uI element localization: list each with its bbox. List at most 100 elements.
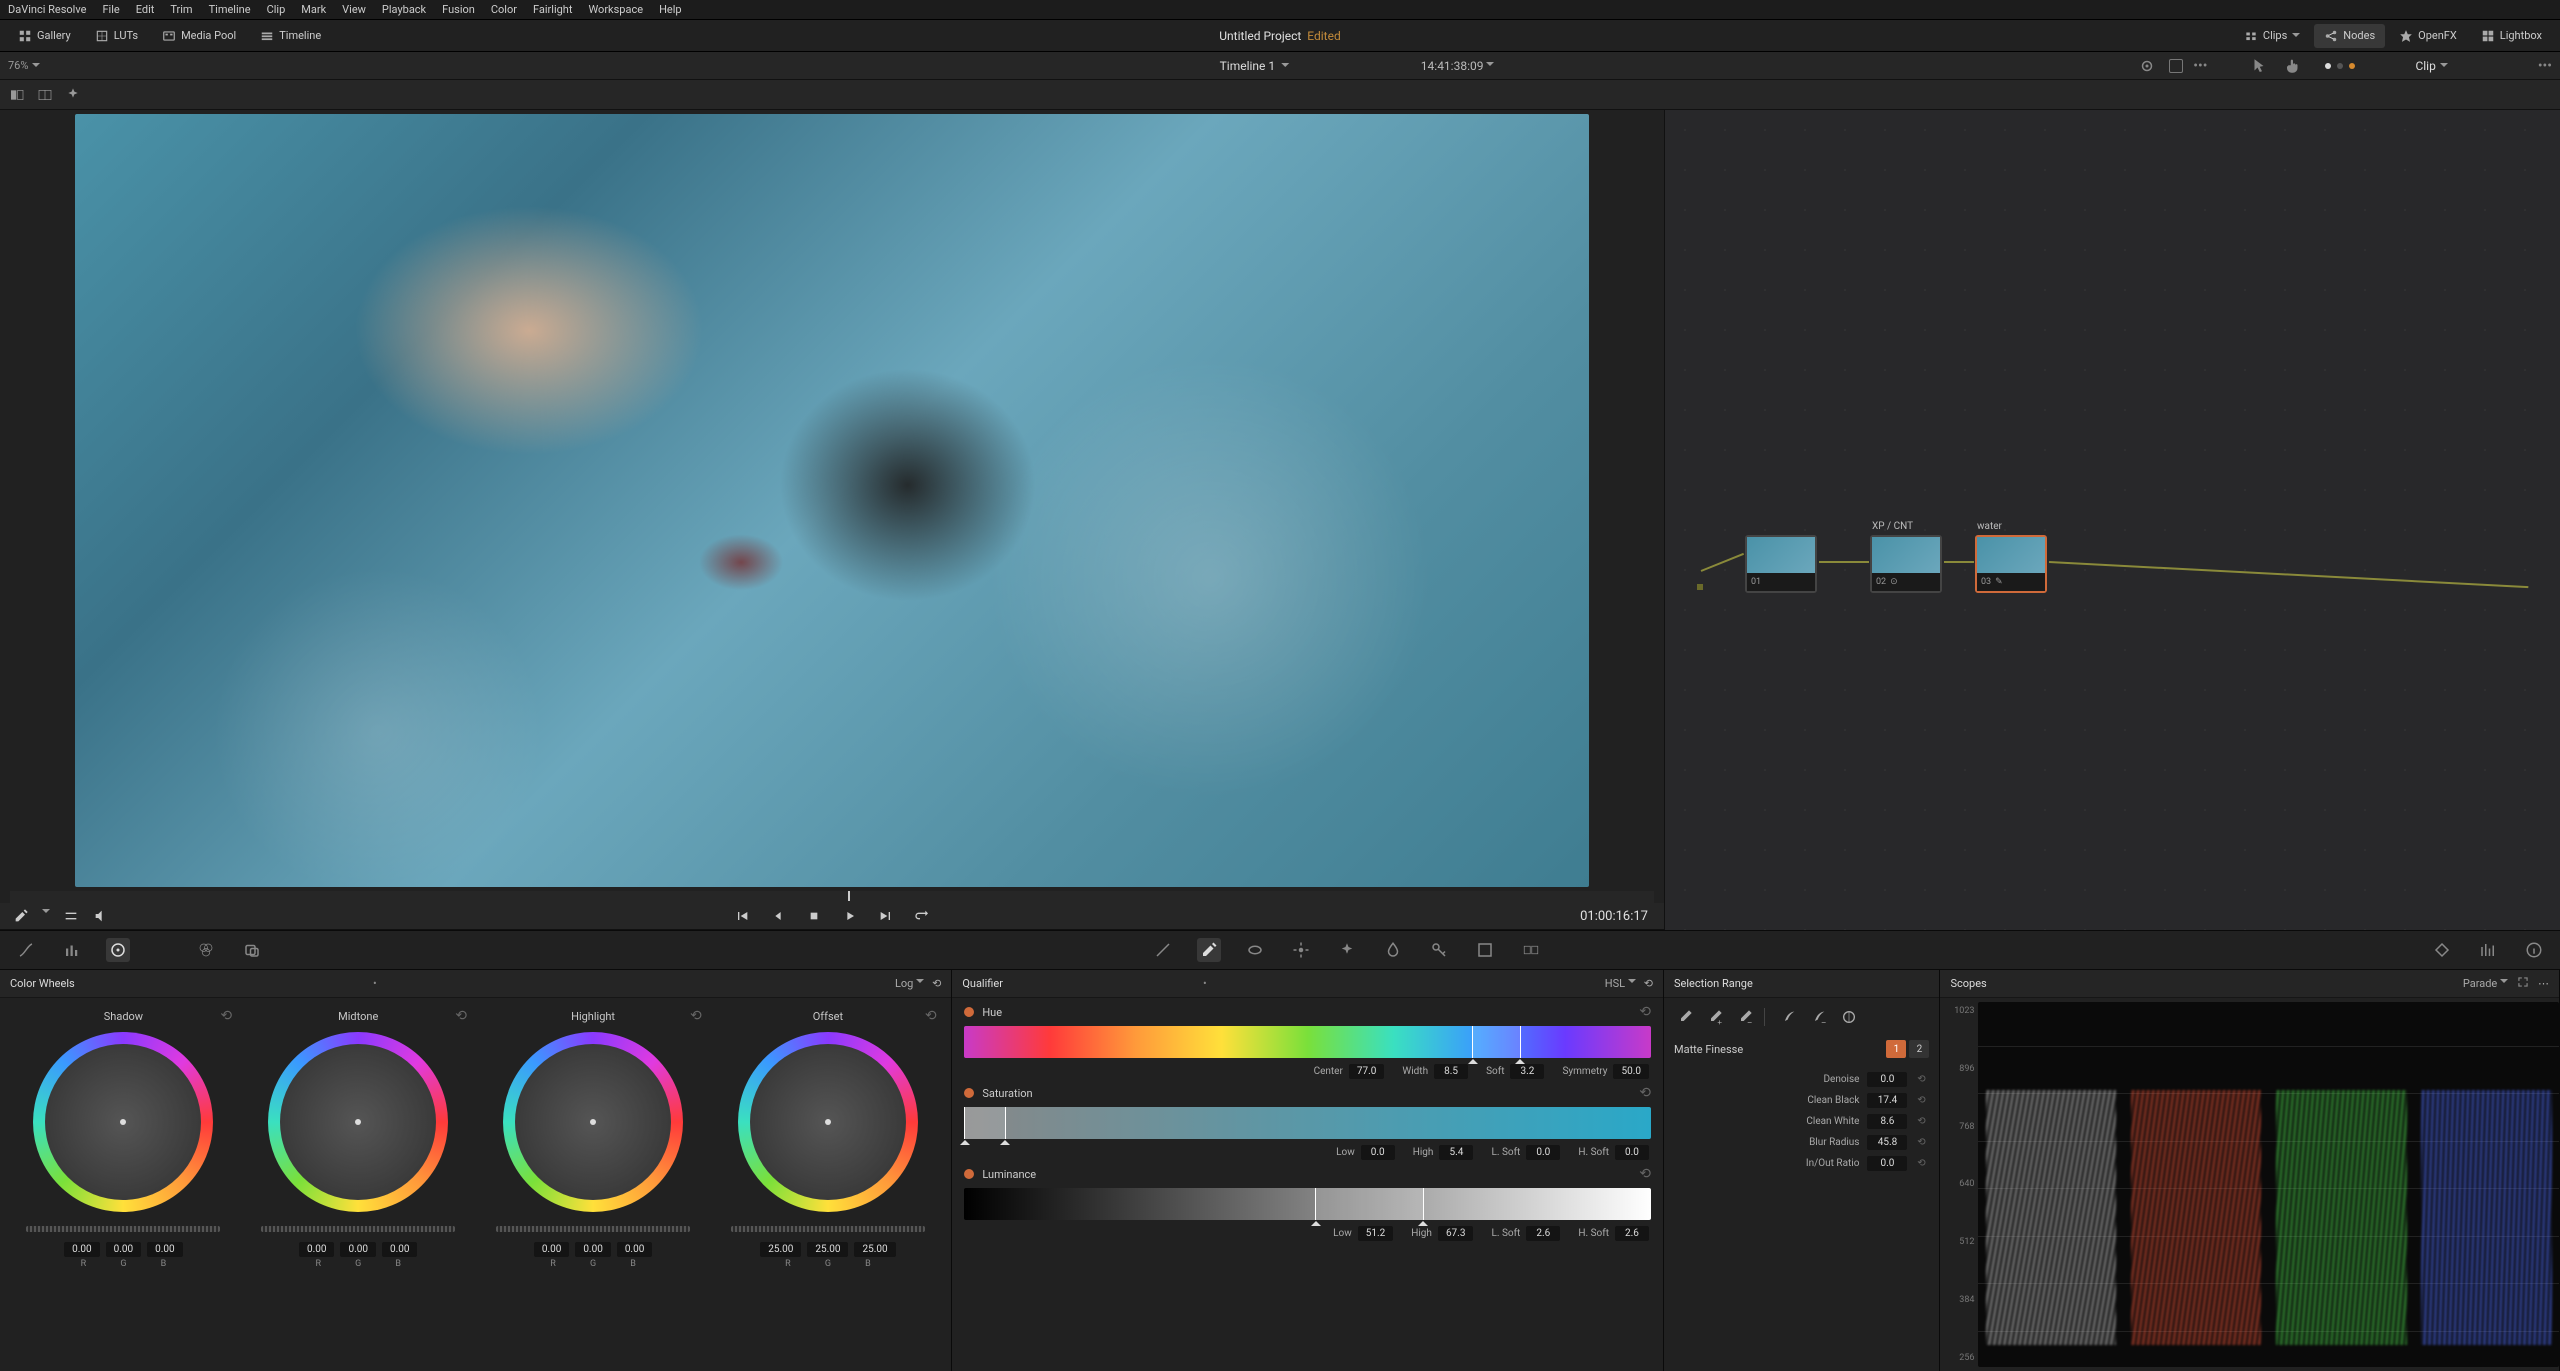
key-icon[interactable] [1427, 938, 1451, 962]
curves-icon[interactable] [14, 938, 38, 962]
play-button[interactable] [841, 907, 859, 925]
lum-hsoft-value[interactable]: 2.6 [1615, 1226, 1649, 1241]
feather-minus-icon[interactable] [1808, 1006, 1830, 1028]
wheel-reset-2[interactable]: ⟲ [690, 1008, 702, 1024]
lum-toggle[interactable] [964, 1169, 974, 1179]
openfx-button[interactable]: OpenFX [2389, 24, 2467, 48]
gallery-button[interactable]: Gallery [8, 24, 81, 48]
node-01[interactable]: 01 [1745, 535, 1817, 593]
node-more-icon[interactable]: ••• [2538, 58, 2552, 74]
info-icon[interactable] [2522, 938, 2546, 962]
menu-fairlight[interactable]: Fairlight [533, 3, 572, 16]
graph-input-port[interactable] [1697, 584, 1703, 590]
invert-icon[interactable] [1838, 1006, 1860, 1028]
zoom-select[interactable]: 76% [8, 59, 40, 72]
viewer[interactable] [0, 110, 1664, 887]
color-wheel-shadow[interactable] [33, 1032, 213, 1212]
wheel-slider-1[interactable] [261, 1226, 455, 1232]
primaries-bars-icon[interactable] [60, 938, 84, 962]
lum-gradient[interactable] [964, 1188, 1651, 1220]
cw-mode-select[interactable]: Log [895, 977, 924, 990]
select-tool-icon[interactable] [2247, 54, 2271, 78]
menu-workspace[interactable]: Workspace [588, 3, 643, 16]
lum-high-value[interactable]: 67.3 [1438, 1226, 1474, 1241]
matte-param-val-3[interactable]: 45.8 [1867, 1135, 1907, 1150]
scopes-icon[interactable] [2476, 938, 2500, 962]
wheel-slider-3[interactable] [731, 1226, 925, 1232]
primaries-wheels-icon[interactable] [106, 938, 130, 962]
node-graph[interactable]: 01 XP / CNT 02 ⊙ water 03 ✎ [1664, 110, 2560, 930]
wheel-slider-0[interactable] [26, 1226, 220, 1232]
more-icon[interactable]: ••• [2193, 58, 2207, 74]
menu-trim[interactable]: Trim [170, 3, 192, 16]
wheel-3-g[interactable]: 25.00 [807, 1242, 848, 1257]
sat-low-value[interactable]: 0.0 [1361, 1145, 1395, 1160]
menu-clip[interactable]: Clip [267, 3, 286, 16]
wheel-reset-0[interactable]: ⟲ [220, 1008, 232, 1024]
wheel-2-r[interactable]: 0.00 [534, 1242, 570, 1257]
hue-sym-value[interactable]: 50.0 [1613, 1064, 1649, 1079]
cw-reset-icon[interactable]: ⟲ [932, 977, 941, 990]
nodes-button[interactable]: Nodes [2314, 24, 2385, 48]
wheel-0-b[interactable]: 0.00 [147, 1242, 183, 1257]
color-wheel-highlight[interactable] [503, 1032, 683, 1212]
wheel-3-b[interactable]: 25.00 [854, 1242, 895, 1257]
scopes-settings-icon[interactable]: ⋯ [2538, 977, 2549, 990]
lum-reset-icon[interactable]: ⟲ [1639, 1166, 1651, 1182]
scopes-expand-icon[interactable] [2516, 975, 2530, 992]
blur-icon[interactable] [1381, 938, 1405, 962]
menu-mark[interactable]: Mark [301, 3, 326, 16]
matte-param-reset-0[interactable]: ⟲ [1913, 1074, 1929, 1085]
last-frame-button[interactable] [877, 907, 895, 925]
lightbox-button[interactable]: Lightbox [2471, 24, 2552, 48]
matte-param-val-2[interactable]: 8.6 [1867, 1114, 1907, 1129]
split-view-icon[interactable] [36, 86, 54, 104]
magic-icon[interactable] [64, 86, 82, 104]
prev-frame-button[interactable] [769, 907, 787, 925]
tracking-icon[interactable] [1289, 938, 1313, 962]
wheel-reset-3[interactable]: ⟲ [925, 1008, 937, 1024]
timeline-scrubber[interactable] [10, 891, 1654, 903]
curves-panel-icon[interactable] [1151, 938, 1175, 962]
sat-lsoft-value[interactable]: 0.0 [1526, 1145, 1560, 1160]
playhead-timecode[interactable]: 01:00:16:17 [1580, 909, 1648, 924]
timeline-button[interactable]: Timeline [250, 24, 331, 48]
picker-add-icon[interactable] [1674, 1006, 1696, 1028]
eyedropper-menu[interactable] [42, 909, 50, 917]
window-icon[interactable] [1243, 938, 1267, 962]
hue-soft-value[interactable]: 3.2 [1510, 1064, 1544, 1079]
menu-view[interactable]: View [342, 3, 366, 16]
wheel-2-g[interactable]: 0.00 [575, 1242, 611, 1257]
image-wipe-icon[interactable] [8, 86, 26, 104]
qual-reset-icon[interactable]: ⟲ [1644, 977, 1653, 990]
unmix-icon[interactable] [62, 907, 80, 925]
rgb-mixer-icon[interactable] [194, 938, 218, 962]
keyframes-icon[interactable] [2430, 938, 2454, 962]
wheel-0-r[interactable]: 0.00 [64, 1242, 100, 1257]
source-timecode[interactable]: 14:41:38:09 [1421, 59, 1495, 73]
picker-plus-icon[interactable] [1704, 1006, 1726, 1028]
matte-param-val-0[interactable]: 0.0 [1867, 1072, 1907, 1087]
lum-low-value[interactable]: 51.2 [1358, 1226, 1394, 1241]
clips-button[interactable]: Clips [2234, 24, 2310, 48]
first-frame-button[interactable] [733, 907, 751, 925]
matte-tab-1[interactable]: 1 [1886, 1040, 1906, 1058]
node-02[interactable]: XP / CNT 02 ⊙ [1870, 535, 1942, 593]
mediapool-button[interactable]: Media Pool [152, 24, 246, 48]
matte-param-reset-4[interactable]: ⟲ [1913, 1158, 1929, 1169]
luts-button[interactable]: LUTs [85, 24, 148, 48]
sat-hsoft-value[interactable]: 0.0 [1615, 1145, 1649, 1160]
lum-lsoft-value[interactable]: 2.6 [1526, 1226, 1560, 1241]
picker-minus-icon[interactable] [1734, 1006, 1756, 1028]
bypass-toggles[interactable] [2325, 63, 2355, 69]
loop-button[interactable] [913, 907, 931, 925]
menu-fusion[interactable]: Fusion [442, 3, 475, 16]
color-wheel-offset[interactable] [738, 1032, 918, 1212]
clip-select[interactable]: Clip [2415, 59, 2447, 73]
hand-tool-icon[interactable] [2281, 54, 2305, 78]
highlight-icon[interactable] [2135, 54, 2159, 78]
sat-high-value[interactable]: 5.4 [1439, 1145, 1473, 1160]
hue-width-value[interactable]: 8.5 [1434, 1064, 1468, 1079]
hue-toggle[interactable] [964, 1007, 974, 1017]
color-wheel-midtone[interactable] [268, 1032, 448, 1212]
